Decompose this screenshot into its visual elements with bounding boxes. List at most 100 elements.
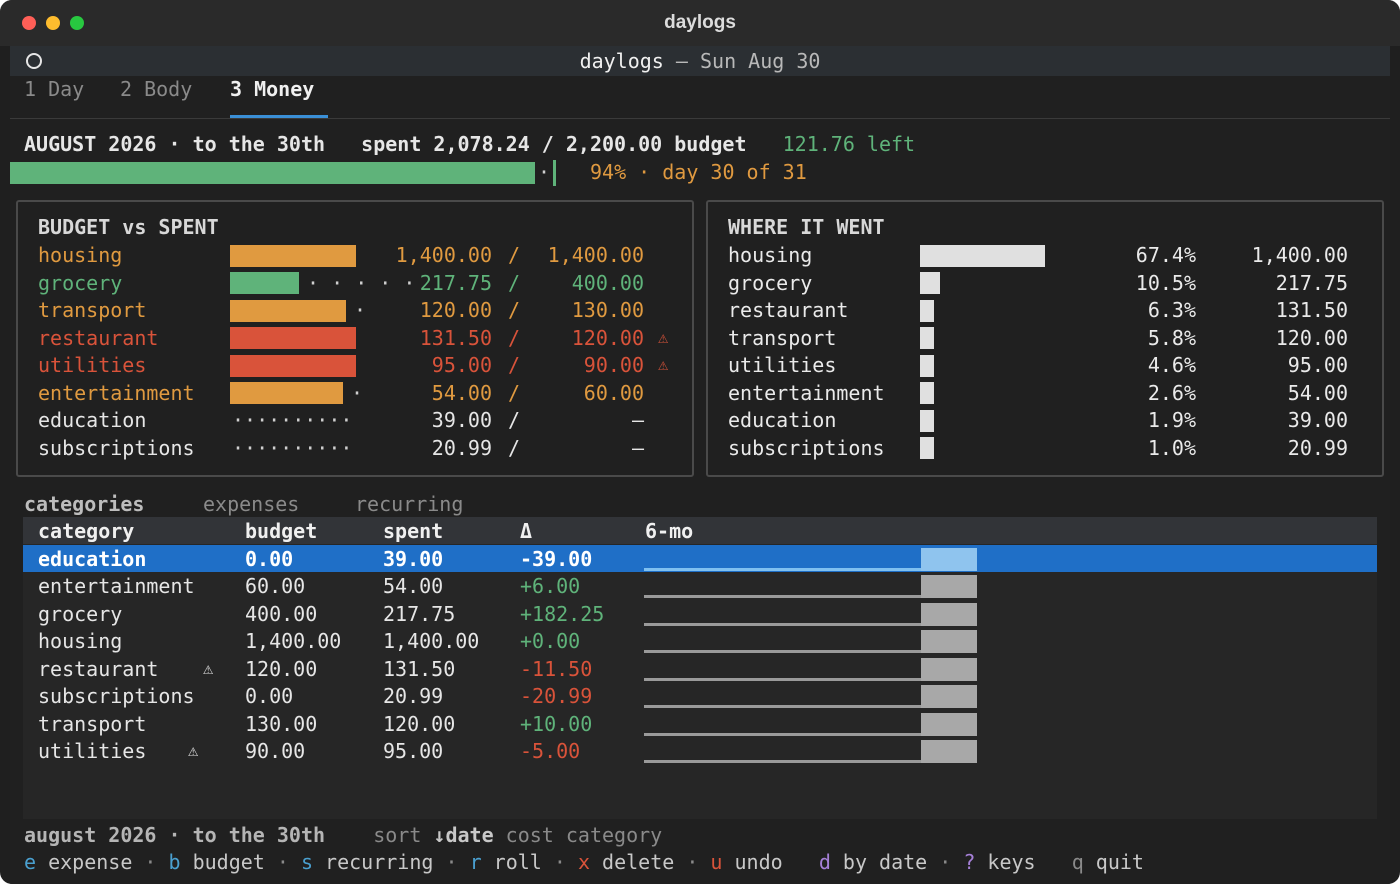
progress-caption: 94% · day 30 of 31 (590, 159, 807, 186)
budget-progress-marker (553, 160, 556, 186)
row-category: grocery (38, 601, 123, 626)
key-letter: x (577, 850, 590, 874)
key-budget[interactable]: b budget (169, 850, 265, 874)
row-category: subscriptions (38, 684, 195, 708)
progress-percent: 94% (590, 160, 627, 184)
key-delete[interactable]: x delete (578, 850, 674, 874)
window-title: daylogs (664, 12, 736, 33)
sparkline-baseline (644, 567, 921, 571)
key-by-date[interactable]: d by date (819, 850, 927, 874)
row-spent: 39.00 (383, 546, 444, 571)
sparkline-baseline (644, 677, 921, 681)
app-name: daylogs (579, 49, 664, 73)
sparkline-current-month (921, 547, 977, 571)
tab-day[interactable]: 1 Day (24, 76, 84, 103)
key-undo[interactable]: u undo (710, 850, 782, 874)
key-label: keys (975, 850, 1036, 874)
row-delta: +10.00 (520, 711, 593, 736)
progress-dot: · (538, 160, 551, 184)
key-separator (1036, 850, 1072, 874)
tab-money[interactable]: 3 Money (230, 76, 314, 103)
sort-option-cost[interactable]: cost (494, 823, 554, 847)
row-delta: +0.00 (520, 629, 581, 653)
sparkline-baseline (644, 622, 921, 626)
sparkline-current-month (921, 602, 977, 626)
column-header-delta[interactable]: Δ (520, 518, 532, 545)
table-header (23, 517, 1377, 544)
key-letter: u (710, 850, 723, 874)
key-quit[interactable]: q quit (1072, 850, 1144, 874)
share-amount-entertainment: 54.00 (1287, 380, 1348, 405)
key-letter: q (1071, 850, 1084, 874)
column-header-budget[interactable]: budget (245, 518, 317, 545)
key-recurring[interactable]: s recurring (301, 850, 433, 874)
subtab-expenses[interactable]: expenses (203, 491, 299, 518)
sparkline-baseline (644, 760, 921, 763)
sparkline-current-month (921, 630, 977, 653)
key-keys[interactable]: ? keys (963, 850, 1035, 874)
row-category: transport (38, 711, 147, 736)
row-spent: 131.50 (383, 656, 456, 681)
keybindings-bar: e expense · b budget · s recurring · r r… (24, 849, 1144, 876)
tab-divider (10, 118, 1390, 119)
subtab-recurring[interactable]: recurring (355, 491, 463, 518)
row-budget: 1,400.00 (245, 629, 342, 653)
row-spent: 54.00 (383, 574, 444, 598)
column-header-spent[interactable]: spent (383, 518, 443, 545)
key-letter: e (24, 850, 37, 874)
sort-label: sort (373, 823, 422, 847)
key-letter: ? (963, 850, 976, 874)
row-budget: 60.00 (245, 574, 306, 598)
tab-body[interactable]: 2 Body (120, 76, 192, 103)
sparkline-baseline (644, 732, 921, 736)
summary-budget: 2,200.00 (565, 132, 663, 156)
app-date: Sun Aug 30 (700, 49, 821, 73)
subtab-categories[interactable]: categories (24, 491, 144, 518)
key-letter: s (300, 850, 314, 874)
row-category: restaurant (38, 656, 159, 681)
window-titlebar: daylogs (0, 0, 1400, 46)
share-amount-education: 39.00 (1287, 408, 1348, 432)
row-spent: 95.00 (383, 739, 444, 763)
sort-option-category[interactable]: category (554, 823, 662, 847)
row-budget: 0.00 (245, 546, 294, 571)
sparkline-current-month (921, 740, 977, 763)
share-amount-utilities: 95.00 (1287, 353, 1348, 377)
share-amount-restaurant: 131.50 (1275, 298, 1348, 322)
column-header-6-mo[interactable]: 6-mo (645, 518, 693, 545)
sparkline-current-month (921, 685, 977, 708)
share-amount-housing: 1,400.00 (1251, 243, 1348, 267)
sparkline-current-month (921, 575, 977, 598)
row-budget: 0.00 (245, 684, 294, 708)
key-separator: · (433, 850, 470, 874)
row-category: education (38, 546, 147, 571)
row-budget: 130.00 (245, 711, 318, 736)
warning-icon: ⚠ (203, 658, 214, 679)
key-label: expense (36, 850, 133, 874)
row-delta: -11.50 (520, 656, 593, 681)
key-label: quit (1083, 850, 1144, 874)
row-delta: -20.99 (520, 684, 593, 708)
row-spent: 120.00 (383, 711, 456, 736)
key-label: budget (180, 850, 265, 874)
app-separator: — (675, 49, 688, 73)
sort-option-date[interactable]: ↓date (421, 823, 493, 847)
sparkline-current-month (921, 712, 977, 736)
row-category: utilities (38, 739, 147, 763)
row-delta: +182.25 (520, 601, 605, 626)
row-budget: 120.00 (245, 656, 318, 681)
column-header-category[interactable]: category (38, 518, 134, 545)
key-separator: · (674, 850, 711, 874)
key-roll[interactable]: r roll (470, 850, 542, 874)
summary-line: AUGUST 2026 · to the 30th spent 2,078.24… (24, 131, 915, 158)
row-delta: +6.00 (520, 574, 581, 598)
row-category: entertainment (38, 574, 195, 598)
key-expense[interactable]: e expense (24, 850, 132, 874)
key-separator: · (264, 850, 301, 874)
sparkline-baseline (644, 595, 921, 598)
row-spent: 217.75 (383, 601, 456, 626)
key-letter: d (818, 850, 831, 874)
share-amount-transport: 120.00 (1275, 325, 1348, 350)
row-spent: 1,400.00 (383, 629, 480, 653)
terminal-content: daylogs — Sun Aug 30 1 Day 2 Body 3 Money … (10, 46, 1390, 884)
